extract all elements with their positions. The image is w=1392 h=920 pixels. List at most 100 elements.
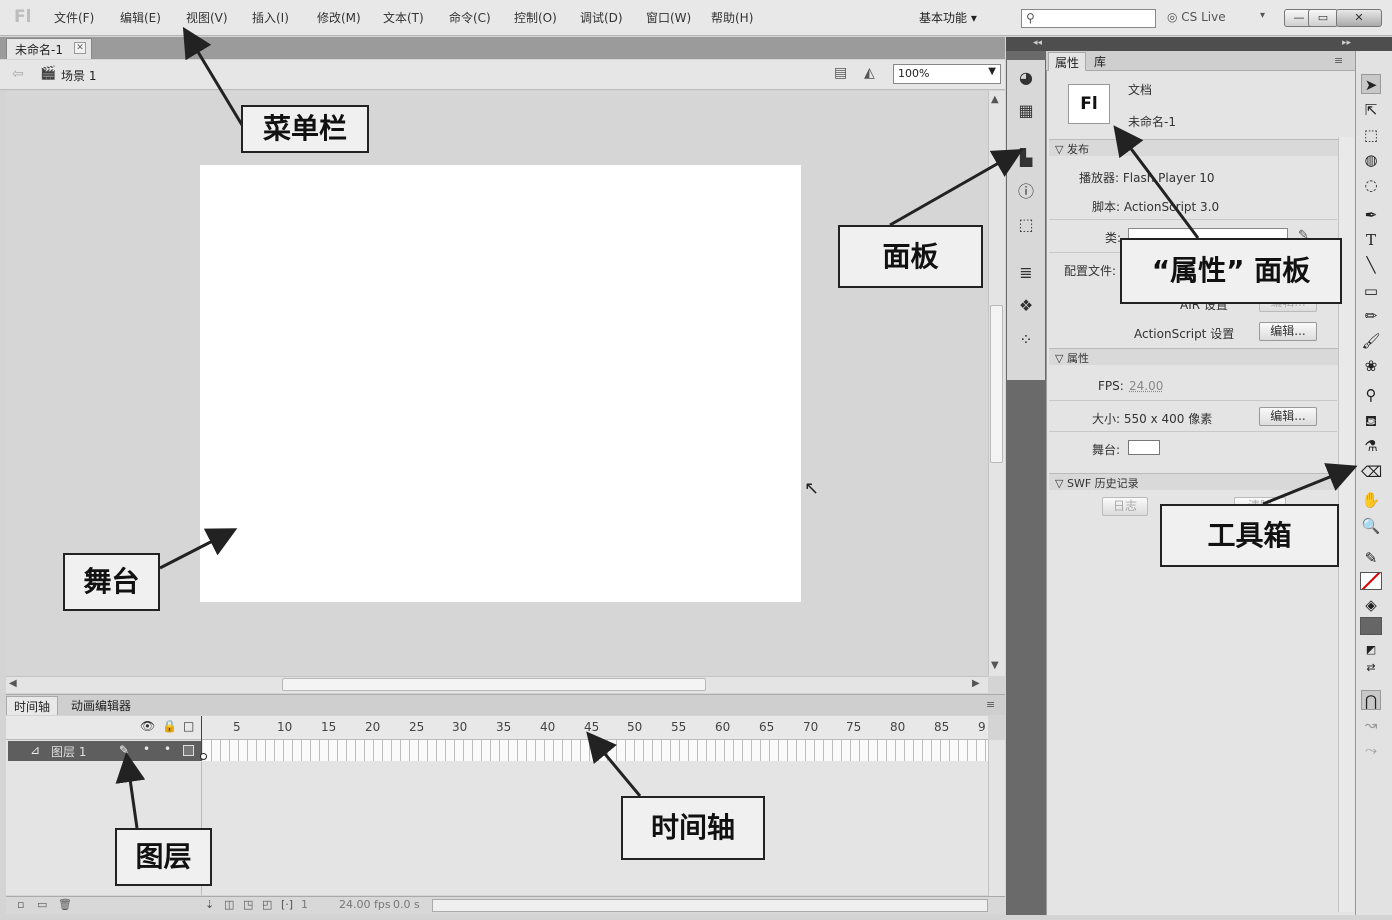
center-frame-icon[interactable]: ⇣ — [205, 898, 214, 911]
timeline-vertical-scrollbar[interactable] — [988, 740, 1005, 897]
tab-timeline[interactable]: 时间轴 — [6, 696, 59, 715]
document-tab[interactable]: 未命名-1 ✕ — [6, 38, 92, 59]
stage[interactable] — [200, 165, 801, 602]
menu-insert[interactable]: 插入(I) — [252, 9, 289, 26]
menu-view[interactable]: 视图(V) — [186, 9, 228, 26]
fill-color-swatch[interactable] — [1360, 617, 1382, 635]
edit-multiple-frames-icon[interactable]: ◰ — [262, 898, 272, 911]
frame-cells[interactable] — [203, 740, 988, 761]
swatches-panel-icon[interactable]: ▦ — [1016, 101, 1036, 121]
collapse-left-icon[interactable]: ◂◂ — [1033, 38, 1042, 48]
menu-control[interactable]: 控制(O) — [514, 9, 557, 26]
as-edit-button[interactable]: 编辑... — [1259, 322, 1317, 341]
menu-edit[interactable]: 编辑(E) — [120, 9, 161, 26]
motion-presets-panel-icon[interactable]: ⁘ — [1016, 330, 1036, 350]
stroke-color-swatch[interactable] — [1360, 572, 1382, 590]
components-panel-icon[interactable]: ❖ — [1016, 296, 1036, 316]
menu-commands[interactable]: 命令(C) — [449, 9, 491, 26]
properties-section-header[interactable]: ▽ 属性 — [1049, 348, 1339, 365]
subselection-tool-icon[interactable]: ⇱ — [1361, 100, 1381, 120]
zoom-tool-icon[interactable]: 🔍 — [1361, 516, 1381, 536]
cs-live-button[interactable]: ◎ CS Live — [1167, 10, 1226, 24]
rectangle-tool-icon[interactable]: ▭ — [1361, 281, 1381, 301]
pencil-tool-icon[interactable]: ✏ — [1361, 306, 1381, 326]
swf-history-section-header[interactable]: ▽ SWF 历史记录 — [1049, 473, 1339, 490]
new-folder-icon[interactable]: ▭ — [37, 898, 47, 911]
3d-rotation-tool-icon[interactable]: ◍ — [1361, 150, 1381, 170]
paint-bucket-tool-icon[interactable]: ⛾ — [1361, 411, 1381, 431]
onion-outline-icon[interactable]: ◳ — [243, 898, 253, 911]
collapse-right-icon[interactable]: ▸▸ — [1342, 38, 1351, 48]
tab-properties[interactable]: 属性 — [1048, 52, 1087, 71]
lasso-tool-icon[interactable]: ◌ — [1361, 175, 1381, 195]
restore-button[interactable]: ▭ — [1308, 9, 1338, 27]
new-layer-icon[interactable]: ▫ — [17, 898, 24, 911]
tab-library[interactable]: 库 — [1088, 52, 1112, 71]
trash-icon[interactable]: 🗑 — [58, 898, 72, 911]
lock-dot-icon[interactable]: • — [164, 742, 171, 756]
eye-icon[interactable]: 👁 — [140, 719, 155, 733]
layer-name[interactable]: 图层 1 — [51, 743, 86, 760]
selection-tool-icon[interactable]: ➤ — [1361, 74, 1381, 94]
pen-tool-icon[interactable]: ✒ — [1361, 205, 1381, 225]
scroll-down-icon[interactable]: ▼ — [991, 660, 999, 671]
snap-to-objects-icon[interactable]: ⋂ — [1361, 690, 1381, 710]
menu-debug[interactable]: 调试(D) — [580, 9, 623, 26]
tab-motion-editor[interactable]: 动画编辑器 — [64, 696, 138, 715]
visibility-dot-icon[interactable]: • — [143, 742, 150, 756]
fps-value[interactable]: 24.00 — [1129, 379, 1163, 393]
menu-file[interactable]: 文件(F) — [54, 9, 94, 26]
panel-options-icon[interactable]: ≡ — [1334, 54, 1343, 67]
smooth-icon[interactable]: ↝ — [1361, 715, 1381, 735]
zoom-select[interactable]: 100% ▼ — [893, 64, 1001, 84]
swap-colors-icon[interactable]: ⇄ — [1361, 658, 1381, 678]
line-tool-icon[interactable]: ╲ — [1361, 255, 1381, 275]
menu-modify[interactable]: 修改(M) — [317, 9, 361, 26]
edit-symbol-icon[interactable]: ◭ — [864, 65, 875, 81]
transform-panel-icon[interactable]: ⬚ — [1016, 215, 1036, 235]
text-tool-icon[interactable]: T — [1361, 230, 1381, 250]
eraser-tool-icon[interactable]: ⌫ — [1361, 462, 1382, 482]
info-panel-icon[interactable]: ⓘ — [1016, 182, 1036, 202]
panel-menu-icon[interactable]: ≡ — [986, 698, 995, 711]
onion-skin-icon[interactable]: ◫ — [224, 898, 234, 911]
deco-tool-icon[interactable]: ❀ — [1361, 356, 1381, 376]
bone-tool-icon[interactable]: ⚲ — [1361, 385, 1381, 405]
free-transform-tool-icon[interactable]: ⬚ — [1361, 125, 1381, 145]
publish-section-header[interactable]: ▽ 发布 — [1049, 139, 1339, 156]
menu-help[interactable]: 帮助(H) — [711, 9, 753, 26]
color-panel-icon[interactable]: ◕ — [1016, 68, 1036, 88]
outline-icon[interactable]: □ — [183, 719, 194, 733]
size-edit-button[interactable]: 编辑... — [1259, 407, 1317, 426]
align-panel-icon[interactable]: ▙ — [1016, 148, 1036, 168]
outline-box-icon[interactable] — [183, 745, 194, 756]
cs-live-dropdown-icon[interactable]: ▾ — [1260, 10, 1265, 21]
scroll-left-icon[interactable]: ◀ — [9, 678, 17, 689]
lock-icon[interactable]: 🔒 — [162, 719, 177, 733]
back-arrow-icon[interactable]: ⇦ — [12, 66, 24, 82]
close-button[interactable]: ✕ — [1336, 9, 1382, 27]
stage-vertical-scroll-thumb[interactable] — [990, 305, 1003, 463]
log-button[interactable]: 日志 — [1102, 497, 1148, 516]
straighten-icon[interactable]: ⤳ — [1361, 740, 1381, 760]
stroke-color-pencil-icon[interactable]: ✎ — [1361, 548, 1381, 568]
scroll-right-icon[interactable]: ▶ — [972, 678, 980, 689]
workspace-switcher[interactable]: 基本功能 ▾ — [919, 9, 1005, 29]
stage-horizontal-scroll-thumb[interactable] — [282, 678, 706, 691]
code-snippets-panel-icon[interactable]: ≣ — [1016, 263, 1036, 283]
stage-color-swatch[interactable] — [1128, 440, 1160, 455]
eyedropper-tool-icon[interactable]: ⚗ — [1361, 436, 1381, 456]
hand-tool-icon[interactable]: ✋ — [1361, 490, 1381, 510]
keyframe-icon[interactable] — [200, 753, 207, 760]
menu-text[interactable]: 文本(T) — [383, 9, 424, 26]
timeline-horizontal-scrollbar[interactable] — [432, 899, 988, 912]
modify-markers-icon[interactable]: [·] — [281, 898, 293, 911]
scroll-up-icon[interactable]: ▲ — [991, 94, 999, 105]
default-colors-icon[interactable]: ◩ — [1361, 640, 1381, 660]
close-tab-icon[interactable]: ✕ — [74, 42, 86, 54]
brush-tool-icon[interactable]: 🖌 — [1361, 331, 1381, 351]
menu-window[interactable]: 窗口(W) — [646, 9, 691, 26]
edit-scene-icon[interactable]: ▤ — [834, 65, 847, 81]
help-search-input[interactable]: ⚲ — [1021, 9, 1156, 28]
fill-color-bucket-icon[interactable]: ◈ — [1361, 595, 1381, 615]
